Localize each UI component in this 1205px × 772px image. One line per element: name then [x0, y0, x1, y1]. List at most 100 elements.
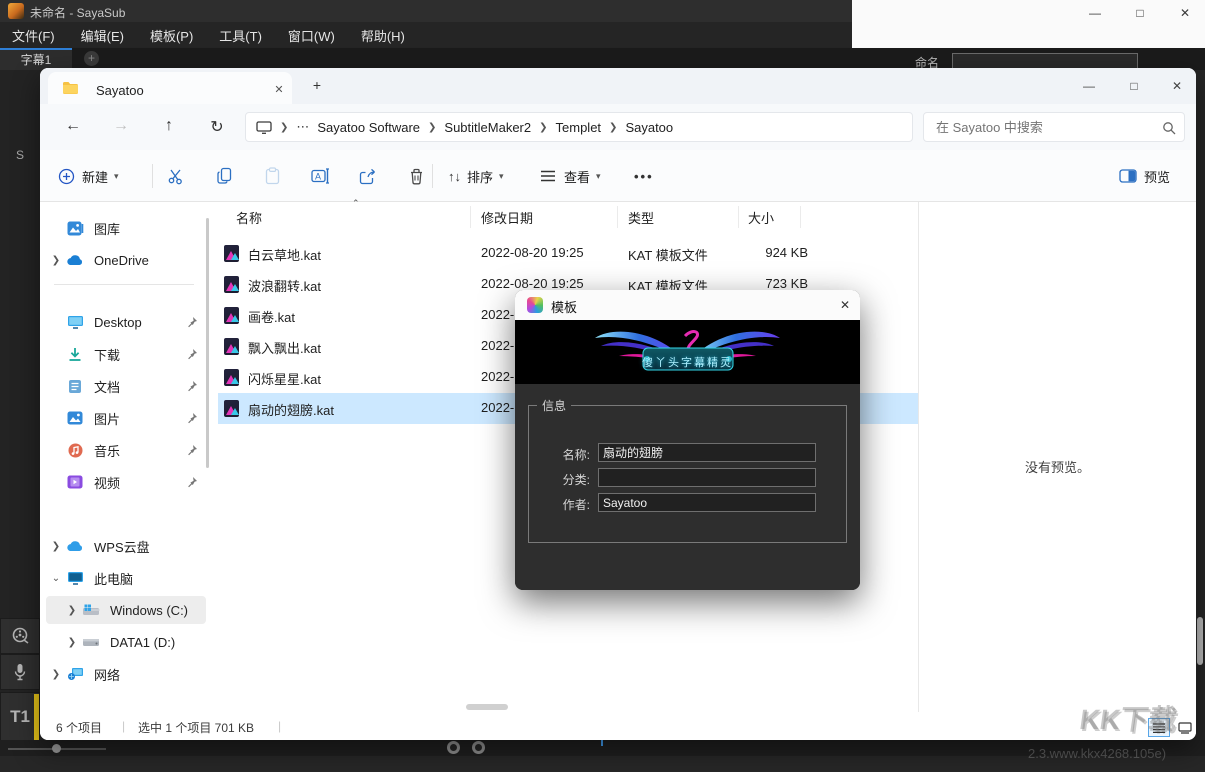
- sidebar-item-downloads[interactable]: 下载: [46, 340, 206, 368]
- app-minimize-button[interactable]: —: [1080, 4, 1110, 22]
- preview-toggle-button[interactable]: 预览: [1118, 162, 1170, 190]
- sidebar-item-videos[interactable]: 视频: [46, 468, 206, 496]
- new-button[interactable]: 新建▾: [56, 162, 119, 190]
- sidebar-item-network[interactable]: ❯ 网络: [46, 660, 206, 688]
- sidebar-item-windows-c[interactable]: ❯ Windows (C:): [46, 596, 206, 624]
- app-menubar: 文件(F) 编辑(E) 模板(P) 工具(T) 窗口(W) 帮助(H): [0, 22, 852, 48]
- back-icon[interactable]: ←: [62, 117, 84, 135]
- more-options-button[interactable]: •••: [634, 162, 654, 190]
- explorer-toolbar: 新建▾ A: [40, 150, 1196, 202]
- search-input[interactable]: [934, 116, 1144, 138]
- explorer-tab[interactable]: Sayatoo ✕: [48, 72, 292, 104]
- breadcrumb-overflow-icon[interactable]: ⋯: [296, 119, 309, 135]
- explorer-minimize-button[interactable]: —: [1072, 76, 1106, 96]
- app-maximize-button[interactable]: □: [1125, 4, 1155, 22]
- dialog-titlebar: 模板 ✕: [515, 290, 860, 320]
- microphone-icon: [10, 662, 30, 682]
- rename-button[interactable]: A: [310, 162, 330, 190]
- sidebar-item-onedrive[interactable]: ❯ OneDrive: [46, 246, 206, 274]
- paste-button[interactable]: [262, 162, 282, 190]
- share-button[interactable]: [358, 162, 378, 190]
- explorer-maximize-button[interactable]: □: [1117, 76, 1151, 96]
- dialog-close-icon[interactable]: ✕: [835, 296, 855, 314]
- address-bar[interactable]: ❯ ⋯ Sayatoo Software ❯ SubtitleMaker2 ❯ …: [245, 112, 913, 142]
- document-icon: [66, 377, 84, 395]
- menu-window[interactable]: 窗口(W): [288, 26, 335, 45]
- kat-file-icon: [224, 400, 239, 417]
- horizontal-scrollbar-thumb[interactable]: [466, 704, 508, 710]
- sidebar-item-gallery[interactable]: 图库: [46, 214, 206, 242]
- menu-tools[interactable]: 工具(T): [219, 26, 262, 45]
- name-field[interactable]: [598, 443, 816, 462]
- forward-icon[interactable]: →: [110, 117, 132, 135]
- subtitle-track-label: T1: [10, 707, 30, 727]
- new-tab-button[interactable]: +: [308, 77, 326, 95]
- copy-icon: [214, 166, 234, 186]
- up-icon[interactable]: ↑: [158, 117, 180, 135]
- explorer-tab-title: Sayatoo: [96, 83, 144, 98]
- timeline-knob[interactable]: [472, 741, 485, 754]
- column-type[interactable]: 类型: [628, 208, 654, 227]
- videos-icon: [66, 473, 84, 491]
- icons-view-button[interactable]: [1174, 718, 1196, 737]
- wings-logo: [515, 320, 860, 384]
- file-row[interactable]: 白云草地.kat 2022-08-20 19:25 KAT 模板文件 924 K…: [218, 238, 918, 269]
- explorer-close-button[interactable]: ✕: [1160, 76, 1194, 96]
- menu-edit[interactable]: 编辑(E): [81, 26, 124, 45]
- breadcrumb-item[interactable]: Sayatoo: [625, 120, 673, 135]
- timeline-knob[interactable]: [447, 741, 460, 754]
- sort-button[interactable]: ↑↓ 排序▾: [448, 162, 504, 190]
- refresh-icon[interactable]: ↻: [206, 117, 228, 137]
- video-track-button[interactable]: [0, 618, 40, 654]
- details-view-button[interactable]: [1148, 718, 1170, 737]
- cut-button[interactable]: [166, 162, 186, 190]
- add-subtitle-tab-button[interactable]: +: [84, 51, 99, 66]
- chevron-down-icon: ⌄: [46, 573, 66, 584]
- sayatoo-logo-icon: [527, 297, 543, 313]
- sidebar-item-documents[interactable]: 文档: [46, 372, 206, 400]
- gallery-icon: [66, 219, 84, 237]
- column-date[interactable]: 修改日期: [481, 208, 533, 227]
- subtitle-tab[interactable]: 字幕1: [0, 48, 72, 70]
- breadcrumb-item[interactable]: Templet: [556, 120, 602, 135]
- pin-icon: [186, 444, 198, 456]
- column-name[interactable]: 名称: [236, 208, 262, 227]
- copy-button[interactable]: [214, 162, 234, 190]
- sidebar-item-wps-cloud[interactable]: ❯ WPS云盘: [46, 532, 206, 560]
- search-icon[interactable]: [1162, 121, 1176, 135]
- author-field[interactable]: [598, 493, 816, 512]
- film-reel-icon: [10, 626, 30, 646]
- sort-arrows-icon: ↑↓: [448, 169, 461, 184]
- menu-file[interactable]: 文件(F): [12, 26, 55, 45]
- app-scrollbar-thumb[interactable]: [1197, 617, 1203, 665]
- menu-help[interactable]: 帮助(H): [361, 26, 405, 45]
- sidebar-scrollbar-thumb[interactable]: [206, 218, 209, 468]
- sidebar-item-music[interactable]: 音乐: [46, 436, 206, 464]
- sidebar-item-pictures[interactable]: 图片: [46, 404, 206, 432]
- view-button[interactable]: 查看▾: [538, 162, 601, 190]
- audio-track-button[interactable]: [0, 654, 40, 690]
- search-box[interactable]: [923, 112, 1185, 142]
- chevron-right-icon: ❯: [62, 605, 82, 616]
- column-size[interactable]: 大小: [748, 208, 774, 227]
- delete-button[interactable]: [406, 162, 426, 190]
- breadcrumb-item[interactable]: Sayatoo Software: [317, 120, 420, 135]
- sidebar-item-this-pc[interactable]: ⌄ 此电脑: [46, 564, 206, 592]
- breadcrumb-item[interactable]: SubtitleMaker2: [444, 120, 531, 135]
- category-field[interactable]: [598, 468, 816, 487]
- no-preview-text: 没有预览。: [919, 457, 1196, 476]
- chevron-right-icon: ❯: [609, 122, 617, 133]
- sidebar-item-data1-d[interactable]: ❯ DATA1 (D:): [46, 628, 206, 656]
- chevron-down-icon: ▾: [499, 171, 504, 182]
- app-titlebar-right: — □ ✕: [852, 0, 1205, 55]
- app-close-button[interactable]: ✕: [1170, 4, 1200, 22]
- subtitle-track-marker: [34, 694, 39, 742]
- chevron-down-icon: ▾: [114, 171, 119, 182]
- menu-template[interactable]: 模板(P): [150, 26, 193, 45]
- sidebar-item-desktop[interactable]: Desktop: [46, 308, 206, 336]
- zoom-slider-thumb[interactable]: [52, 744, 61, 753]
- tab-close-icon[interactable]: ✕: [270, 81, 288, 99]
- sort-ascending-icon: ⌃: [352, 198, 360, 209]
- rename-icon: A: [310, 166, 330, 186]
- preview-pane-icon: [1118, 166, 1138, 186]
